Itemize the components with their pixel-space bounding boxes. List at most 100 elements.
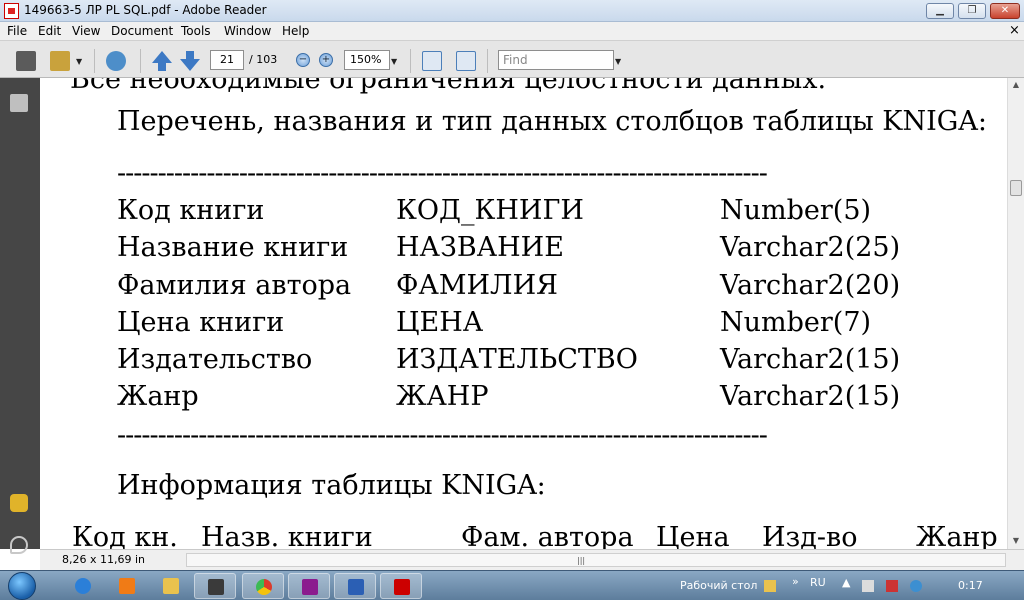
share-icon[interactable] xyxy=(50,51,70,71)
table-cell: Код книги xyxy=(117,195,265,226)
security-icon[interactable] xyxy=(886,580,898,592)
fit-width-icon[interactable] xyxy=(422,51,442,71)
zoom-out-button[interactable]: − xyxy=(296,53,310,67)
menu-edit[interactable]: Edit xyxy=(38,24,61,38)
info-header-cell: Цена xyxy=(656,522,730,549)
doc-heading-columns: Перечень, названия и тип данных столбцов… xyxy=(117,106,987,137)
arrow-down-icon[interactable] xyxy=(180,51,200,71)
taskbar: Рабочий стол » RU ▲ 0:17 xyxy=(0,570,1024,600)
maximize-button[interactable]: ❐ xyxy=(958,3,986,19)
taskbar-word[interactable] xyxy=(334,573,376,599)
scroll-up-icon[interactable]: ▲ xyxy=(1010,80,1022,89)
find-input[interactable]: Find xyxy=(498,50,614,70)
toolbar: ▼ 21 / 103 − + 150% ▼ Find ▼ xyxy=(0,40,1024,78)
zoom-level-input[interactable]: 150% xyxy=(344,50,390,70)
network-icon[interactable] xyxy=(862,580,874,592)
minimize-button[interactable]: ▁ xyxy=(926,3,954,19)
table-cell: ИЗДАТЕЛЬСТВО xyxy=(396,344,638,375)
ie-icon xyxy=(75,578,91,594)
chevron-down-icon[interactable]: ▼ xyxy=(391,57,397,66)
table-cell: Название книги xyxy=(117,232,349,263)
scroll-grip-icon[interactable]: ||| xyxy=(577,556,585,565)
close-button[interactable]: ✕ xyxy=(990,3,1020,19)
browser-icon xyxy=(256,579,272,595)
document-view[interactable]: Все необходимые ограничения целостности … xyxy=(40,78,1007,549)
word-icon xyxy=(348,579,364,595)
taskbar-media[interactable] xyxy=(106,573,148,599)
table-cell: Varchar2(15) xyxy=(720,381,901,412)
table-cell: Цена книги xyxy=(117,307,285,338)
taskbar-ie[interactable] xyxy=(62,573,104,599)
table-cell: КОД_КНИГИ xyxy=(396,195,584,226)
table-cell: Number(5) xyxy=(720,195,872,226)
info-header-cell: Назв. книги xyxy=(201,522,373,549)
taskbar-adobe-reader[interactable] xyxy=(380,573,422,599)
page-number-input[interactable]: 21 xyxy=(210,50,244,70)
doc-separator: ----------------------------------------… xyxy=(117,158,768,189)
toolbar-separator xyxy=(487,49,488,73)
info-header-cell: Код кн. xyxy=(72,522,178,549)
toolbar-separator xyxy=(94,49,95,73)
taskbar-chrome[interactable] xyxy=(242,573,284,599)
page-total: / 103 xyxy=(249,53,278,66)
chevron-down-icon[interactable]: ▼ xyxy=(615,57,621,66)
table-cell: Varchar2(25) xyxy=(720,232,901,263)
taskbar-save-app[interactable] xyxy=(288,573,330,599)
paperclip-icon[interactable] xyxy=(10,536,28,554)
menu-bar: File Edit View Document Tools Window Hel… xyxy=(0,22,1024,40)
vertical-scrollbar[interactable]: ▲ ▼ xyxy=(1007,78,1024,549)
toolbar-separator xyxy=(410,49,411,73)
table-cell: НАЗВАНИЕ xyxy=(396,232,564,263)
menu-tools[interactable]: Tools xyxy=(181,24,211,38)
menu-window[interactable]: Window xyxy=(224,24,271,38)
language-indicator[interactable]: RU xyxy=(810,576,826,589)
menu-file[interactable]: File xyxy=(7,24,27,38)
doc-heading-info: Информация таблицы KNIGA: xyxy=(117,470,546,501)
desktop-toolbar-label[interactable]: Рабочий стол xyxy=(680,579,757,592)
table-cell: ФАМИЛИЯ xyxy=(396,270,558,301)
pdf-app-icon xyxy=(4,3,19,19)
table-cell: Number(7) xyxy=(720,307,872,338)
collaborate-icon[interactable] xyxy=(106,51,126,71)
info-header-cell: Изд-во xyxy=(762,522,858,549)
navigation-panel xyxy=(0,78,40,554)
window-title: 149663-5 ЛР PL SQL.pdf - Adobe Reader xyxy=(24,3,267,17)
table-cell: ЦЕНА xyxy=(396,307,484,338)
table-cell: Varchar2(20) xyxy=(720,270,901,301)
menu-help[interactable]: Help xyxy=(282,24,309,38)
info-header-cell: Фам. автора xyxy=(461,522,634,549)
pages-icon[interactable] xyxy=(10,94,28,112)
horizontal-scrollbar[interactable]: ||| xyxy=(186,553,1006,567)
taskbar-explorer[interactable] xyxy=(150,573,192,599)
show-hidden-icons[interactable]: ▲ xyxy=(842,576,850,589)
printer-icon[interactable] xyxy=(16,51,36,71)
toolbar-chevron-icon[interactable]: » xyxy=(792,575,799,588)
comments-icon[interactable] xyxy=(10,494,28,512)
close-document-icon[interactable]: × xyxy=(1009,23,1020,38)
chevron-down-icon[interactable]: ▼ xyxy=(76,57,82,66)
arrow-up-icon[interactable] xyxy=(152,51,172,71)
table-cell: ЖАНР xyxy=(396,381,489,412)
table-cell: Издательство xyxy=(117,344,313,375)
toolbar-separator xyxy=(140,49,141,73)
desktop-folder-icon[interactable] xyxy=(764,580,776,592)
doc-partial-line: Все необходимые ограничения целостности … xyxy=(70,78,827,95)
title-bar: 149663-5 ЛР PL SQL.pdf - Adobe Reader ▁ … xyxy=(0,0,1024,22)
scroll-thumb[interactable] xyxy=(1010,180,1022,196)
menu-document[interactable]: Document xyxy=(111,24,173,38)
menu-view[interactable]: View xyxy=(72,24,100,38)
folder-icon xyxy=(163,578,179,594)
table-cell: Фамилия автора xyxy=(117,270,352,301)
table-cell: Жанр xyxy=(117,381,199,412)
clock[interactable]: 0:17 xyxy=(958,579,983,592)
scroll-down-icon[interactable]: ▼ xyxy=(1010,536,1022,545)
fit-page-icon[interactable] xyxy=(456,51,476,71)
info-header-cell: Жанр xyxy=(916,522,998,549)
save-icon xyxy=(302,579,318,595)
page-size-readout: 8,26 x 11,69 in xyxy=(62,553,146,566)
taskbar-app[interactable] xyxy=(194,573,236,599)
adobe-reader-icon xyxy=(394,579,410,595)
start-button[interactable] xyxy=(8,572,36,600)
update-icon[interactable] xyxy=(910,580,922,592)
zoom-in-button[interactable]: + xyxy=(319,53,333,67)
